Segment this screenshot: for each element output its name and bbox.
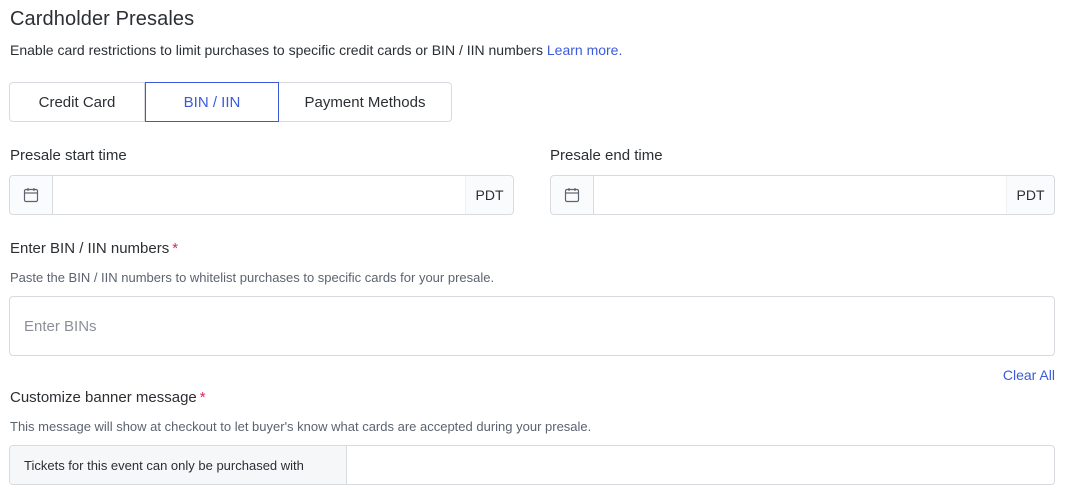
banner-prefix-text: Tickets for this event can only be purch… — [10, 446, 347, 484]
bin-help-text: Paste the BIN / IIN numbers to whitelist… — [10, 270, 495, 285]
presale-end-input[interactable] — [594, 176, 1006, 214]
required-indicator: * — [199, 389, 206, 406]
calendar-icon[interactable] — [10, 176, 53, 214]
presale-end-timezone: PDT — [1006, 176, 1054, 214]
calendar-icon[interactable] — [551, 176, 594, 214]
banner-label: Customize banner message * — [10, 389, 206, 406]
section-description: Enable card restrictions to limit purcha… — [10, 42, 622, 58]
learn-more-link[interactable]: Learn more. — [547, 42, 622, 58]
presale-start-timezone: PDT — [465, 176, 513, 214]
cardholder-presales-panel: Cardholder Presales Enable card restrict… — [0, 0, 1074, 500]
banner-label-text: Customize banner message — [10, 389, 197, 406]
presale-start-input[interactable] — [53, 176, 465, 214]
section-title: Cardholder Presales — [10, 8, 195, 30]
restriction-type-tabs: Credit Card BIN / IIN Payment Methods — [9, 82, 452, 122]
tab-payment-methods[interactable]: Payment Methods — [279, 83, 451, 121]
tab-bin-iin[interactable]: BIN / IIN — [145, 82, 279, 122]
bin-label-text: Enter BIN / IIN numbers — [10, 240, 170, 257]
required-indicator: * — [172, 240, 179, 257]
banner-message-field: Tickets for this event can only be purch… — [9, 445, 1055, 485]
description-text: Enable card restrictions to limit purcha… — [10, 42, 543, 58]
bin-label: Enter BIN / IIN numbers * — [10, 240, 178, 257]
banner-help-text: This message will show at checkout to le… — [10, 419, 592, 434]
presale-start-label: Presale start time — [10, 147, 127, 164]
bin-input[interactable] — [10, 297, 1054, 355]
clear-all-button[interactable]: Clear All — [1003, 367, 1055, 383]
presale-end-label: Presale end time — [550, 147, 663, 164]
bin-input-box — [9, 296, 1055, 356]
banner-message-input[interactable] — [347, 446, 1054, 484]
presale-start-field: PDT — [9, 175, 514, 215]
tab-credit-card[interactable]: Credit Card — [10, 83, 145, 121]
presale-end-field: PDT — [550, 175, 1055, 215]
